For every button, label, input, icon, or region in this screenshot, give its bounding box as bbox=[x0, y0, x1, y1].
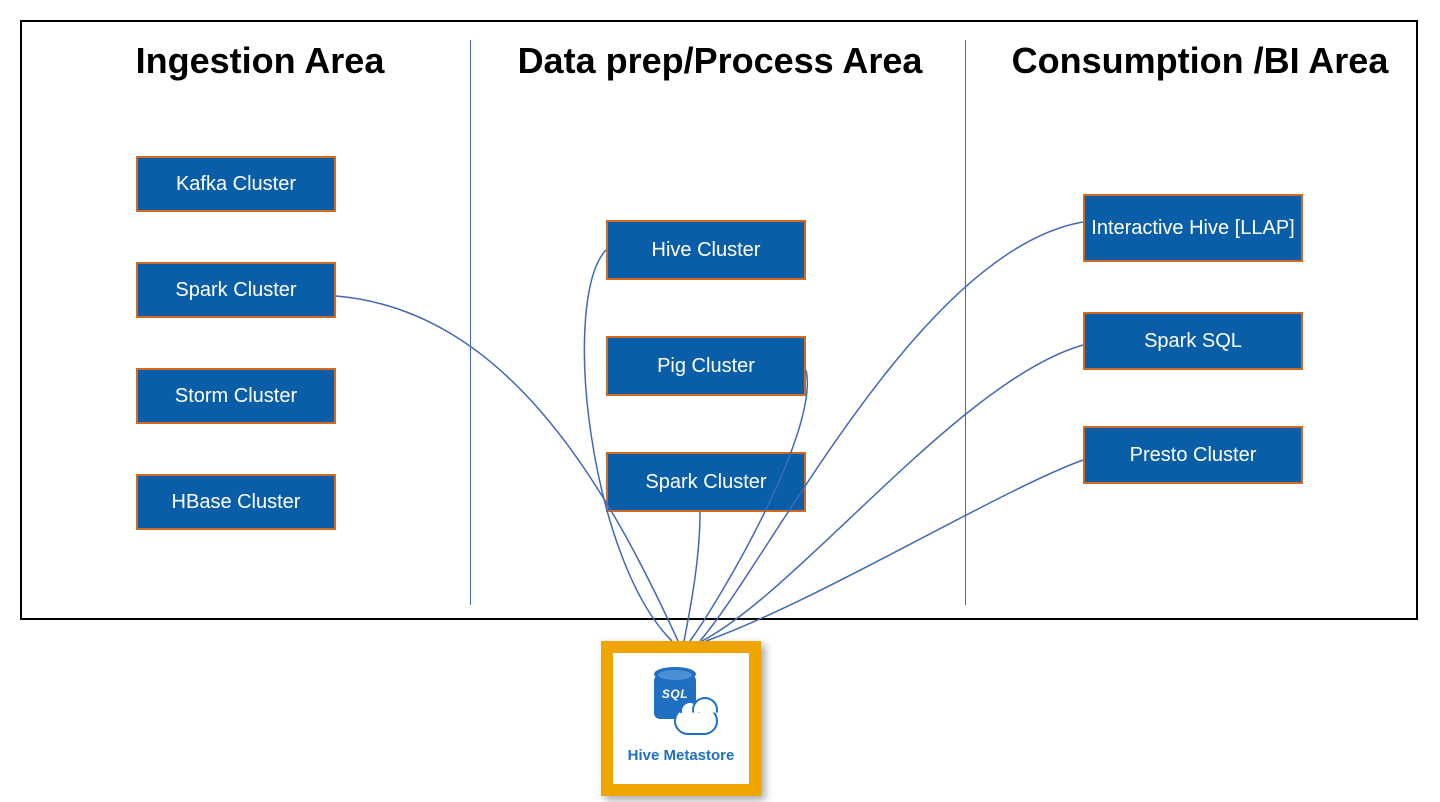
heading-ingestion: Ingestion Area bbox=[80, 40, 440, 82]
node-consumption-sparksql: Spark SQL bbox=[1083, 312, 1303, 370]
node-ingestion-spark: Spark Cluster bbox=[136, 262, 336, 318]
node-consumption-presto: Presto Cluster bbox=[1083, 426, 1303, 484]
node-consumption-llap: Interactive Hive [LLAP] bbox=[1083, 194, 1303, 262]
heading-consumption: Consumption /BI Area bbox=[990, 40, 1410, 82]
divider-1 bbox=[470, 40, 471, 605]
node-processing-hive: Hive Cluster bbox=[606, 220, 806, 280]
heading-processing: Data prep/Process Area bbox=[500, 40, 940, 82]
sql-icon-text: SQL bbox=[654, 687, 696, 701]
node-processing-spark: Spark Cluster bbox=[606, 452, 806, 512]
node-ingestion-hbase: HBase Cluster bbox=[136, 474, 336, 530]
cloud-icon bbox=[674, 707, 718, 735]
node-ingestion-kafka: Kafka Cluster bbox=[136, 156, 336, 212]
diagram-canvas: Ingestion Area Data prep/Process Area Co… bbox=[0, 0, 1440, 802]
sql-database-icon: SQL bbox=[646, 673, 716, 743]
node-ingestion-storm: Storm Cluster bbox=[136, 368, 336, 424]
node-processing-pig: Pig Cluster bbox=[606, 336, 806, 396]
divider-2 bbox=[965, 40, 966, 605]
hive-metastore-label: Hive Metastore bbox=[628, 747, 735, 764]
hive-metastore: SQL Hive Metastore bbox=[601, 641, 761, 796]
